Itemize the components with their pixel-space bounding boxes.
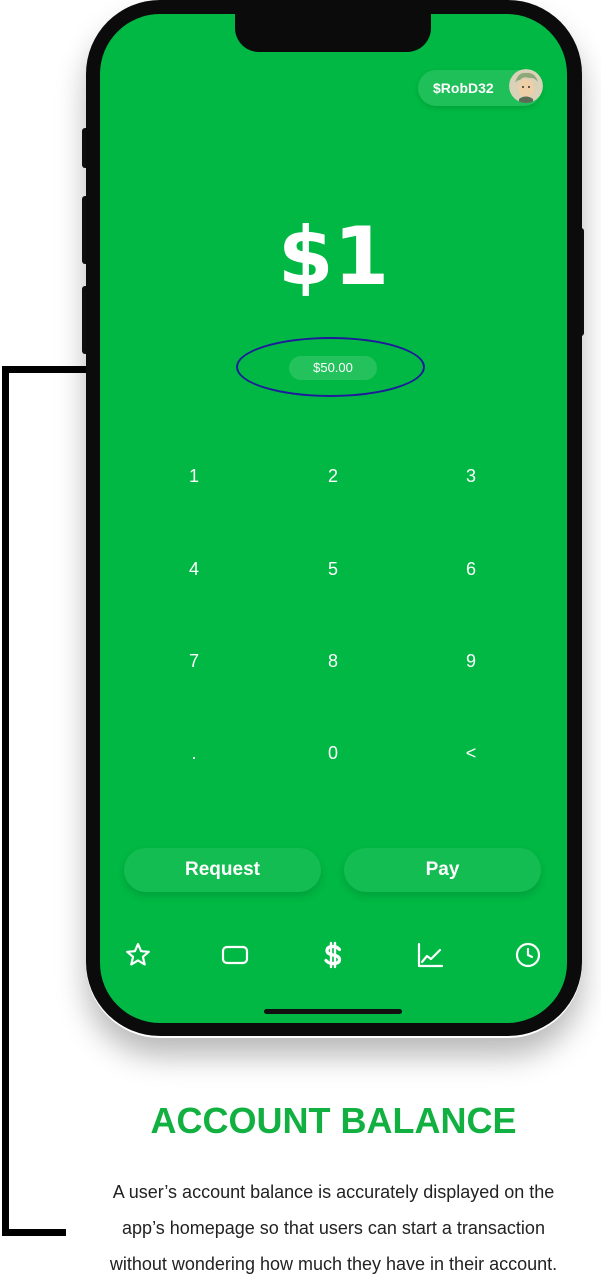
caption-line: app’s homepage so that users can start a…	[122, 1218, 545, 1238]
highlight-ellipse	[236, 337, 425, 397]
keypad-key-3[interactable]: 3	[426, 451, 516, 501]
keypad-key-9[interactable]: 9	[426, 636, 516, 686]
card-icon[interactable]	[220, 940, 250, 970]
connector-line	[2, 366, 9, 1236]
caption-line: A user’s account balance is accurately d…	[112, 1182, 555, 1202]
clock-icon[interactable]	[513, 940, 543, 970]
caption-line: without wondering how much they have in …	[109, 1254, 558, 1274]
amount-display: $1	[277, 210, 390, 303]
request-button[interactable]: Request	[124, 848, 321, 892]
cashtag-label: $RobD32	[433, 80, 494, 96]
home-indicator	[264, 1009, 402, 1014]
investing-chart-icon[interactable]	[415, 940, 445, 970]
dollar-icon[interactable]	[318, 940, 348, 970]
keypad-key-5[interactable]: 5	[288, 544, 378, 594]
keypad-key-0[interactable]: 0	[288, 728, 378, 778]
star-icon[interactable]	[123, 940, 153, 970]
avatar[interactable]	[509, 69, 543, 103]
keypad-key-7[interactable]: 7	[149, 636, 239, 686]
connector-line-bottom	[2, 1229, 66, 1236]
app-screen: $RobD32 $1 $50.00 1 2 3 4 5 6 7 8 9 . 0 …	[100, 14, 567, 1023]
keypad-key-8[interactable]: 8	[288, 636, 378, 686]
caption-description: A user’s account balance is accurately d…	[66, 1174, 601, 1282]
keypad-key-6[interactable]: 6	[426, 544, 516, 594]
keypad-key-4[interactable]: 4	[149, 544, 239, 594]
connector-line-top	[2, 366, 88, 373]
keypad-key-backspace[interactable]: <	[426, 728, 516, 778]
pay-button[interactable]: Pay	[344, 848, 541, 892]
keypad-key-decimal[interactable]: .	[149, 728, 239, 778]
phone-notch	[235, 14, 431, 52]
keypad-key-2[interactable]: 2	[288, 451, 378, 501]
caption-title: ACCOUNT BALANCE	[150, 1100, 517, 1141]
keypad-key-1[interactable]: 1	[149, 451, 239, 501]
